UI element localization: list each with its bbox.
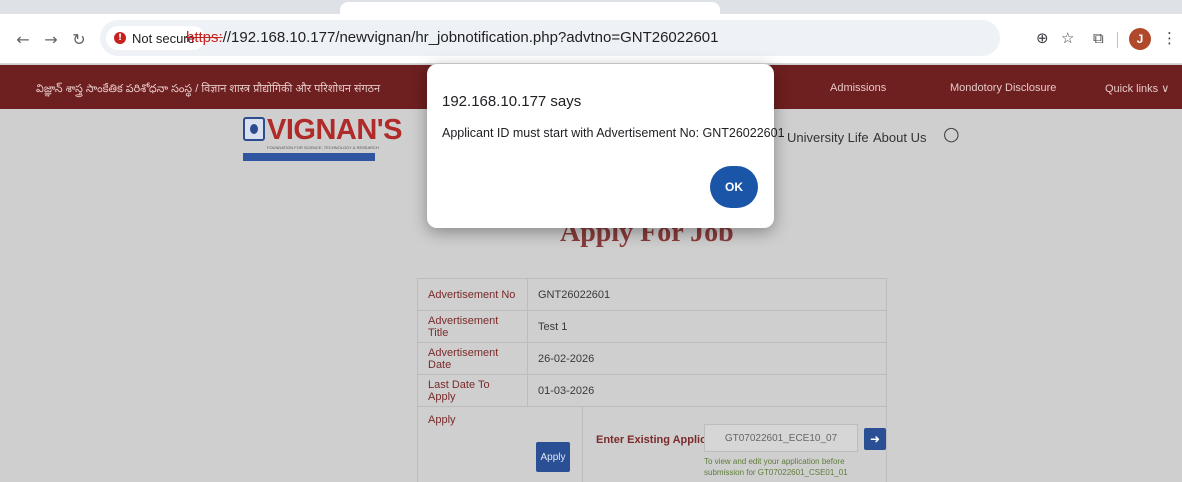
zoom-icon[interactable]: ⊕	[1036, 27, 1049, 49]
apply-button[interactable]: Apply	[536, 442, 570, 472]
tab-strip	[0, 0, 1182, 14]
logo-emblem-icon	[243, 117, 265, 141]
apply-label: Apply	[428, 414, 456, 426]
alert-dialog: 192.168.10.177 says Applicant ID must st…	[427, 64, 785, 228]
existing-applicant-input[interactable]	[704, 424, 858, 452]
quick-links-dropdown[interactable]: Quick links ∨	[1105, 82, 1169, 95]
admissions-link[interactable]: Admissions	[830, 82, 886, 94]
go-arrow-button[interactable]: ➜	[864, 428, 886, 450]
reload-icon[interactable]: ↻	[68, 28, 90, 50]
forward-arrow-icon[interactable]: →	[40, 28, 62, 50]
logo-band	[243, 153, 375, 161]
table-row: Last Date To Apply 01-03-2026	[417, 374, 887, 407]
url-scheme: https:	[186, 29, 223, 46]
row-label: Advertisement Title	[417, 310, 528, 343]
row-label: Advertisement Date	[417, 342, 528, 375]
toolbar-separator	[1117, 32, 1118, 48]
menu-icon[interactable]: ⋮	[1162, 27, 1177, 49]
nav-university-life[interactable]: University Life	[787, 130, 869, 145]
apply-section: Apply Apply Enter Existing Applicant ID …	[417, 406, 887, 482]
not-secure-icon: !	[114, 32, 126, 44]
active-tab[interactable]	[340, 2, 720, 14]
row-value: 26-02-2026	[527, 342, 887, 375]
bookmark-star-icon[interactable]: ☆	[1061, 27, 1074, 49]
apply-divider	[582, 406, 583, 482]
back-arrow-icon[interactable]: ←	[12, 28, 34, 50]
logo-subtitle: FOUNDATION FOR SCIENCE, TECHNOLOGY & RES…	[267, 145, 379, 150]
row-label: Last Date To Apply	[417, 374, 528, 407]
applicant-hint-text: To view and edit your application before…	[704, 457, 848, 477]
mandatory-disclosure-link[interactable]: Mondotory Disclosure	[950, 82, 1056, 94]
table-row: Advertisement No GNT26022601	[417, 278, 887, 311]
row-label: Advertisement No	[417, 278, 528, 311]
nav-about-us[interactable]: About Us	[873, 130, 926, 145]
site-tagline: విజ్ఞాన్ శాస్త్ర సాంకేతిక పరిశోధనా సంస్థ…	[36, 83, 381, 95]
extensions-icon[interactable]: ⧉	[1093, 27, 1104, 49]
dialog-message: Applicant ID must start with Advertiseme…	[442, 126, 785, 140]
row-value: 01-03-2026	[527, 374, 887, 407]
table-row: Advertisement Date 26-02-2026	[417, 342, 887, 375]
browser-toolbar: ← → ↻ ! Not secure https://192.168.10.17…	[0, 14, 1182, 64]
dialog-origin: 192.168.10.177 says	[442, 93, 582, 110]
ok-button[interactable]: OK	[710, 166, 758, 208]
row-value: Test 1	[527, 310, 887, 343]
logo-name: VIGNAN'S	[267, 114, 403, 146]
address-bar[interactable]: ! Not secure https://192.168.10.177/newv…	[100, 20, 1000, 56]
job-details-table: Advertisement No GNT26022601 Advertiseme…	[417, 278, 887, 407]
table-row: Advertisement Title Test 1	[417, 310, 887, 343]
profile-avatar[interactable]: J	[1129, 28, 1151, 50]
url-text[interactable]: https://192.168.10.177/newvignan/hr_jobn…	[186, 29, 719, 46]
url-rest: //192.168.10.177/newvignan/hr_jobnotific…	[222, 29, 719, 46]
vignan-logo[interactable]: VIGNAN'S FOUNDATION FOR SCIENCE, TECHNOL…	[243, 115, 403, 169]
row-value: GNT26022601	[527, 278, 887, 311]
search-icon[interactable]: ○	[943, 123, 960, 145]
